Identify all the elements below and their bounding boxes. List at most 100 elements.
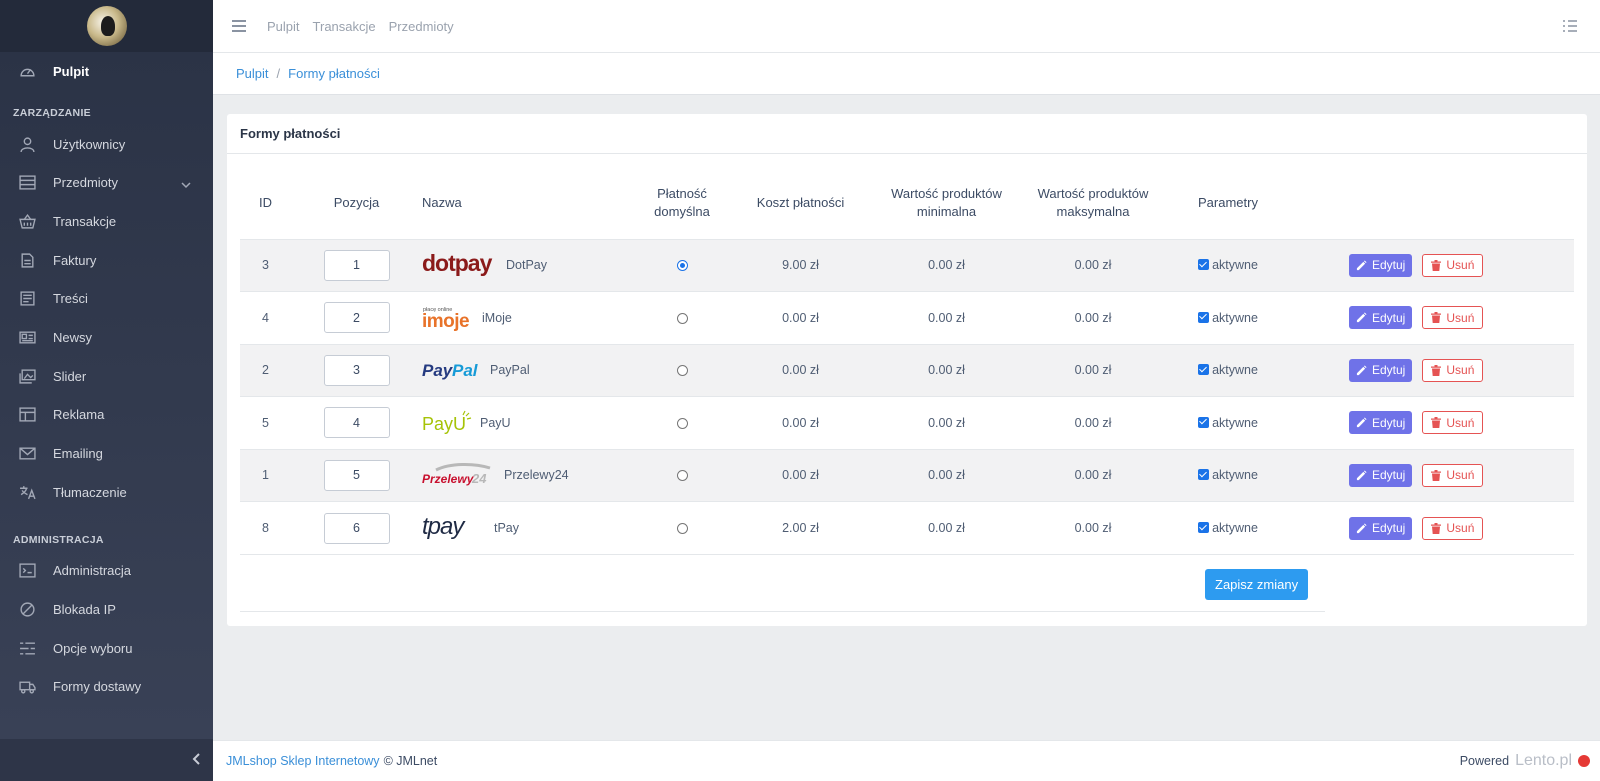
default-radio[interactable] — [676, 523, 688, 535]
sidebar-item-items[interactable]: Przedmioty — [0, 163, 213, 202]
sidebar-item-news[interactable]: Newsy — [0, 318, 213, 357]
payment-name: iMoje — [482, 310, 512, 325]
cell-actions: Edytuj Usuń — [1304, 448, 1574, 502]
footer-shop-link[interactable]: JMLshop Sklep Internetowy — [226, 754, 380, 768]
sidebar-section-title: ZARZĄDZANIE — [13, 106, 91, 119]
sidebar-item-content[interactable]: Treści — [0, 279, 213, 318]
logo-text: dotpay — [422, 252, 493, 276]
active-checkbox[interactable] — [1198, 364, 1210, 376]
column-header-max-value: Wartość produktów maksymalna — [1037, 185, 1149, 219]
delete-button[interactable]: Usuń — [1422, 358, 1484, 382]
sidebar-item-label: Przedmioty — [53, 175, 119, 191]
active-checkbox[interactable] — [1198, 416, 1210, 428]
cell-cost: 9.00 zł — [742, 238, 859, 292]
logo[interactable] — [0, 0, 213, 52]
position-input[interactable] — [323, 459, 390, 491]
sidebar-item-emailing[interactable]: Emailing — [0, 434, 213, 473]
table-header-row: ID Pozycja Nazwa Płatność domyślna Koszt … — [240, 167, 1574, 239]
column-header-min-value: Wartość produktów minimalna — [891, 185, 1002, 219]
cell-default — [622, 501, 742, 554]
edit-button[interactable]: Edytuj — [1349, 411, 1413, 435]
cell-name: dotpay DotPay — [422, 238, 622, 292]
cell-actions: Edytuj Usuń — [1304, 396, 1574, 449]
position-input[interactable] — [323, 407, 390, 439]
pencil-icon — [1356, 312, 1367, 323]
breadcrumb: Pulpit / Formy płatności — [213, 53, 1600, 95]
position-input[interactable] — [323, 249, 390, 281]
cell-max: 0.00 zł — [1034, 343, 1152, 397]
sidebar-item-invoices[interactable]: Faktury — [0, 241, 213, 280]
sidebar-item-transactions[interactable]: Transakcje — [0, 202, 213, 241]
footer-right: Powered Lento.pl — [1460, 752, 1590, 770]
active-checkbox[interactable] — [1198, 311, 1210, 323]
sidebar-minimize-button[interactable] — [0, 739, 213, 781]
header-link-items[interactable]: Przedmioty — [389, 19, 454, 34]
watermark-text: Lento.pl — [1515, 752, 1572, 769]
active-checkbox[interactable] — [1198, 469, 1210, 481]
active-checkbox[interactable] — [1198, 522, 1210, 533]
position-input[interactable] — [323, 512, 390, 544]
breadcrumb-home[interactable]: Pulpit — [236, 66, 269, 81]
cell-params: aktywne — [1152, 238, 1304, 292]
delete-button[interactable]: Usuń — [1422, 516, 1484, 540]
active-checkbox[interactable] — [1198, 259, 1210, 271]
sidebar-item-administration[interactable]: Administracja — [0, 552, 213, 591]
save-changes-button[interactable]: Zapisz zmiany — [1205, 569, 1309, 600]
sidebar-item-label: Tłumaczenie — [53, 484, 127, 500]
sidebar-item-translation[interactable]: Tłumaczenie — [0, 473, 213, 512]
envelope-icon — [18, 447, 36, 461]
sidebar-item-pulpit[interactable]: Pulpit — [0, 52, 213, 91]
default-radio[interactable] — [676, 417, 688, 429]
position-input[interactable] — [323, 302, 390, 334]
cell-cost: 0.00 zł — [742, 448, 859, 502]
default-radio[interactable] — [676, 260, 688, 272]
payment-methods-table: ID Pozycja Nazwa Płatność domyślna Koszt … — [240, 167, 1574, 554]
cell-min: 0.00 zł — [859, 396, 1034, 449]
cell-default — [622, 448, 742, 502]
cell-min: 0.00 zł — [859, 238, 1034, 292]
sidebar-item-ads[interactable]: Reklama — [0, 396, 213, 435]
cell-name: płacę online imoje iMoje — [422, 291, 622, 344]
sidebar: Pulpit ZARZĄDZANIE Użytkownicy Przedmiot… — [0, 0, 213, 781]
delete-button[interactable]: Usuń — [1422, 306, 1484, 330]
cell-cost: 0.00 zł — [742, 396, 859, 449]
pencil-icon — [1356, 417, 1367, 428]
default-radio[interactable] — [676, 312, 688, 324]
edit-button[interactable]: Edytuj — [1349, 516, 1413, 540]
cell-min: 0.00 zł — [859, 448, 1034, 502]
divider — [240, 611, 1325, 612]
sidebar-item-label: Użytkownicy — [53, 136, 126, 152]
cell-max: 0.00 zł — [1034, 396, 1152, 449]
chevron-down-icon[interactable] — [181, 178, 191, 188]
table-row: 4 płacę onlineimoje iMoje 0.00 zł 0.00 z… — [240, 291, 1574, 344]
header-link-transactions[interactable]: Transakcje — [313, 19, 376, 34]
logo-text: 24 — [471, 471, 487, 486]
header-link-dashboard[interactable]: Pulpit — [267, 19, 300, 34]
przelewy24-logo: Przelewy 24 — [422, 462, 498, 488]
sidebar-item-users[interactable]: Użytkownicy — [0, 125, 213, 164]
card-title: Formy płatności — [227, 114, 1587, 154]
delete-button[interactable]: Usuń — [1422, 463, 1484, 487]
top-header: Pulpit Transakcje Przedmioty — [213, 0, 1600, 53]
position-input[interactable] — [323, 354, 390, 386]
default-radio[interactable] — [676, 470, 688, 482]
edit-button[interactable]: Edytuj — [1349, 253, 1413, 277]
sidebar-item-label: Newsy — [53, 329, 93, 345]
default-radio[interactable] — [676, 365, 688, 377]
edit-button[interactable]: Edytuj — [1349, 358, 1413, 382]
active-label: aktywne — [1212, 468, 1258, 483]
hamburger-menu-icon[interactable] — [232, 20, 246, 32]
cell-cost: 0.00 zł — [742, 343, 859, 397]
breadcrumb-current: Formy płatności — [288, 66, 380, 81]
delete-button[interactable]: Usuń — [1422, 253, 1484, 277]
sidebar-item-options[interactable]: Opcje wyboru — [0, 629, 213, 668]
sidebar-item-delivery[interactable]: Formy dostawy — [0, 668, 213, 707]
delete-button[interactable]: Usuń — [1422, 411, 1484, 435]
trash-icon — [1431, 259, 1442, 271]
footer: JMLshop Sklep Internetowy © JMLnet Power… — [213, 740, 1600, 781]
sidebar-item-ip-block[interactable]: Blokada IP — [0, 590, 213, 629]
edit-button[interactable]: Edytuj — [1349, 463, 1413, 487]
edit-button[interactable]: Edytuj — [1349, 306, 1413, 330]
sidebar-item-slider[interactable]: Slider — [0, 357, 213, 396]
list-menu-icon[interactable] — [1562, 19, 1578, 33]
